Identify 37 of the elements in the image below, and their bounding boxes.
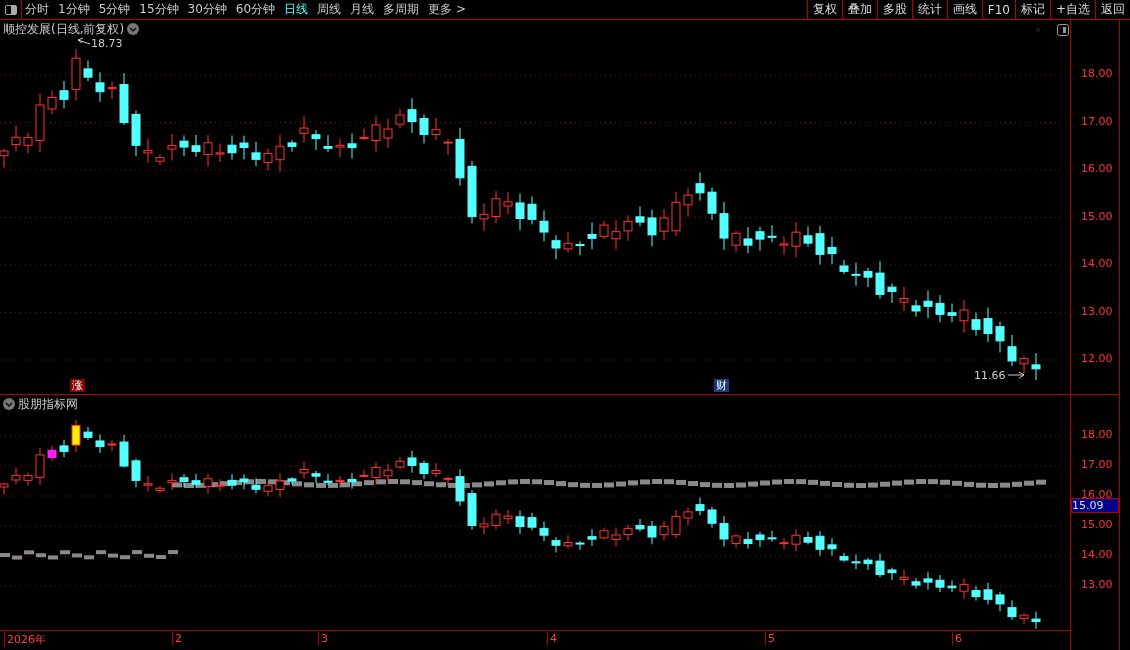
low-price-label: 11.66 bbox=[974, 369, 1006, 382]
date-label: 6 bbox=[952, 632, 962, 645]
price-tick: 18.00 bbox=[1081, 428, 1113, 441]
event-marker[interactable]: 财 bbox=[714, 379, 729, 392]
period-tab[interactable]: 月线 bbox=[347, 1, 378, 18]
current-price-label: 15.09 bbox=[1071, 498, 1119, 513]
high-price-label: 18.73 bbox=[91, 37, 123, 50]
price-tick: 14.00 bbox=[1081, 257, 1113, 270]
period-tab[interactable]: 多周期 bbox=[380, 1, 423, 18]
price-tick: 18.00 bbox=[1081, 67, 1113, 80]
price-tick: 16.00 bbox=[1081, 488, 1113, 501]
date-label: 2026年 bbox=[4, 632, 46, 647]
price-tick: 13.00 bbox=[1081, 304, 1113, 318]
period-tab[interactable]: 更多 > bbox=[425, 1, 469, 18]
period-tab[interactable]: 分时 bbox=[22, 1, 52, 18]
period-tab[interactable]: 15分钟 bbox=[136, 1, 182, 18]
date-label: 4 bbox=[547, 632, 557, 645]
price-tick: 17.00 bbox=[1081, 458, 1113, 471]
date-label: 3 bbox=[318, 632, 328, 645]
price-tick: 14.00 bbox=[1081, 548, 1113, 561]
period-tab[interactable]: 5分钟 bbox=[95, 1, 134, 18]
chart-title: 顺控发展(日线,前复权) bbox=[3, 20, 125, 38]
price-tick: 13.00 bbox=[1081, 578, 1113, 591]
date-label: 5 bbox=[765, 632, 775, 645]
price-tick: 17.00 bbox=[1081, 114, 1113, 128]
event-marker[interactable]: 涨 bbox=[70, 379, 85, 392]
period-tab[interactable]: 周线 bbox=[314, 1, 345, 18]
price-tick: 15.00 bbox=[1081, 518, 1113, 531]
price-tick: 16.00 bbox=[1081, 162, 1113, 175]
period-tab[interactable]: 30分钟 bbox=[184, 1, 230, 18]
period-tab[interactable]: 日线 bbox=[281, 1, 312, 18]
date-label: 2 bbox=[172, 632, 182, 645]
indicator-title: 股朋指标网 bbox=[18, 395, 78, 413]
period-tab[interactable]: 1分钟 bbox=[55, 1, 93, 18]
period-tab[interactable]: 60分钟 bbox=[232, 1, 279, 18]
price-tick: 12.00 bbox=[1081, 352, 1113, 365]
price-tick: 15.00 bbox=[1081, 209, 1113, 223]
